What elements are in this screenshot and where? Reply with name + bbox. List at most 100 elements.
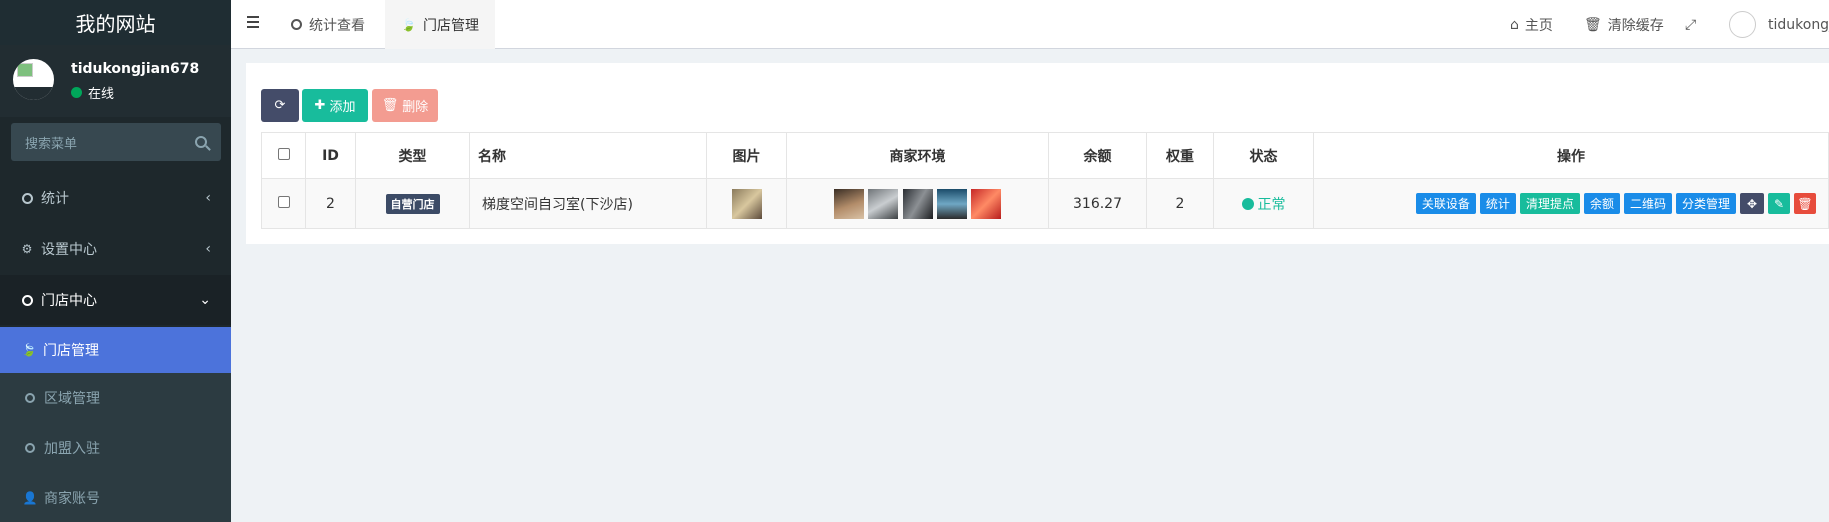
status-dot-icon <box>1241 197 1254 210</box>
column-header-name[interactable]: 名称 <box>469 132 707 179</box>
avatar <box>11 57 56 102</box>
delete-row-button[interactable]: 🗑 <box>1794 193 1816 214</box>
circle-icon <box>23 443 37 453</box>
column-header-status[interactable]: 状态 <box>1213 132 1314 179</box>
cell-weight: 2 <box>1146 178 1214 229</box>
sidebar-item-store-manage[interactable]: 🍃 门店管理 <box>0 327 231 373</box>
row-select-cell <box>261 178 306 229</box>
clear-cache-label: 清除缓存 <box>1607 17 1664 34</box>
column-header-environment[interactable]: 商家环境 <box>786 132 1049 179</box>
header-username: tidukongjia <box>1768 16 1829 33</box>
status-badge: 正常 <box>1241 194 1286 214</box>
home-icon: ⌂ <box>1510 16 1519 33</box>
sidebar-item-franchise[interactable]: 加盟入驻 <box>0 423 231 473</box>
clear-commission-button[interactable]: 清理提点 <box>1519 193 1580 214</box>
user-panel: tidukongjian678 在线 <box>0 45 231 117</box>
stats-button[interactable]: 统计 <box>1479 193 1516 214</box>
trash-icon: 🗑 <box>1584 16 1602 33</box>
sidebar-item-merchant-account[interactable]: 👤 商家账号 <box>0 473 231 522</box>
search-icon[interactable] <box>195 136 207 148</box>
refresh-button[interactable]: ⟳ <box>261 89 299 122</box>
store-table: ID 类型 名称 图片 商家环境 余额 权重 状态 操作 2 自营门店 梯度空间… <box>261 132 1829 229</box>
cell-status: 正常 <box>1213 178 1314 229</box>
add-button[interactable]: ✚ 添加 <box>302 89 368 122</box>
table-header-row: ID 类型 名称 图片 商家环境 余额 权重 状态 操作 <box>261 132 1829 179</box>
sidebar: 我的网站 tidukongjian678 在线 搜索菜单 统计 ‹ ⚙ 设置中心… <box>0 0 231 522</box>
cell-balance: 316.27 <box>1048 178 1147 229</box>
plus-icon: ✚ <box>314 98 326 113</box>
delete-button-label: 删除 <box>402 100 429 115</box>
qrcode-button[interactable]: 二维码 <box>1623 193 1672 214</box>
store-image-thumbnail[interactable] <box>731 188 762 219</box>
sidebar-item-store-center[interactable]: 门店中心 ⌄ <box>0 275 231 325</box>
row-actions: 关联设备 统计 清理提点 余额 二维码 分类管理 ✥ ✎ 🗑 <box>1314 193 1828 214</box>
delete-button[interactable]: 🗑 删除 <box>372 89 438 122</box>
fullscreen-icon[interactable]: ⤢ <box>1685 0 1696 49</box>
cell-actions: 关联设备 统计 清理提点 余额 二维码 分类管理 ✥ ✎ 🗑 <box>1313 178 1829 229</box>
cell-image <box>706 178 787 229</box>
add-button-label: 添加 <box>329 100 356 115</box>
site-logo[interactable]: 我的网站 <box>0 0 231 45</box>
tab-label: 门店管理 <box>422 17 479 34</box>
environment-thumbnail[interactable] <box>868 188 899 219</box>
column-header-actions: 操作 <box>1313 132 1829 179</box>
leaf-icon: 🍃 <box>21 343 37 357</box>
type-badge: 自营门店 <box>385 193 440 214</box>
circle-icon <box>23 393 37 403</box>
clear-cache-button[interactable]: 🗑 清除缓存 <box>1584 0 1664 49</box>
link-device-button[interactable]: 关联设备 <box>1415 193 1476 214</box>
tab-label: 统计查看 <box>309 17 365 34</box>
sidebar-item-label: 门店中心 <box>41 293 97 309</box>
row-checkbox[interactable] <box>277 195 290 208</box>
hamburger-icon[interactable] <box>247 16 259 28</box>
sidebar-item-label: 门店管理 <box>43 343 99 359</box>
sidebar-item-region-manage[interactable]: 区域管理 <box>0 373 231 423</box>
tab-store-manage[interactable]: 🍃 门店管理 <box>385 0 495 49</box>
online-status: 在线 <box>71 83 114 102</box>
circle-icon <box>20 294 34 306</box>
user-icon: 👤 <box>22 490 38 505</box>
drag-sort-button[interactable]: ✥ <box>1740 193 1764 214</box>
circle-icon <box>291 19 302 30</box>
menu-search-input[interactable]: 搜索菜单 <box>11 123 221 161</box>
tab-stats-view[interactable]: 统计查看 <box>275 0 381 49</box>
trash-icon: 🗑 <box>1797 196 1813 211</box>
sidebar-item-settings[interactable]: ⚙ 设置中心 ‹ <box>0 224 231 274</box>
environment-thumbnail[interactable] <box>971 188 1002 219</box>
circle-icon <box>20 192 34 204</box>
column-header-id[interactable]: ID <box>305 132 356 179</box>
online-status-label: 在线 <box>88 87 115 102</box>
move-icon: ✥ <box>1746 196 1758 211</box>
column-header-weight[interactable]: 权重 <box>1146 132 1214 179</box>
refresh-icon: ⟳ <box>274 98 286 113</box>
cell-type: 自营门店 <box>355 178 470 229</box>
cell-environment <box>786 178 1049 229</box>
sidebar-item-label: 区域管理 <box>44 391 100 407</box>
select-all-checkbox[interactable] <box>277 147 290 160</box>
environment-thumbnail[interactable] <box>936 188 967 219</box>
column-header-image[interactable]: 图片 <box>706 132 787 179</box>
category-manage-button[interactable]: 分类管理 <box>1675 193 1736 214</box>
column-header-balance[interactable]: 余额 <box>1048 132 1147 179</box>
home-link-label: 主页 <box>1524 17 1553 34</box>
menu-search-placeholder: 搜索菜单 <box>25 136 78 152</box>
chevron-left-icon: ‹ <box>205 241 211 257</box>
trash-icon: 🗑 <box>381 98 399 113</box>
sidebar-item-stats[interactable]: 统计 ‹ <box>0 173 231 223</box>
content-panel: ⟳ ✚ 添加 🗑 删除 ID 类型 名称 图片 商家环境 余额 权重 状态 操作… <box>246 63 1829 244</box>
balance-button[interactable]: 余额 <box>1583 193 1620 214</box>
sidebar-item-label: 设置中心 <box>41 242 97 258</box>
user-menu[interactable]: tidukongjia <box>1729 0 1829 49</box>
environment-thumbnail[interactable] <box>902 188 933 219</box>
sidebar-item-label: 加盟入驻 <box>44 441 100 457</box>
cell-id: 2 <box>305 178 356 229</box>
sidebar-item-label: 商家账号 <box>44 490 100 507</box>
column-header-type[interactable]: 类型 <box>355 132 470 179</box>
cell-name: 梯度空间自习室(下沙店) <box>469 178 707 229</box>
status-label: 正常 <box>1257 196 1286 213</box>
edit-button[interactable]: ✎ <box>1768 193 1790 214</box>
environment-thumbnail[interactable] <box>833 188 864 219</box>
sidebar-item-label: 统计 <box>41 191 69 207</box>
home-link[interactable]: ⌂ 主页 <box>1510 0 1553 49</box>
cogs-icon: ⚙ <box>21 242 33 256</box>
